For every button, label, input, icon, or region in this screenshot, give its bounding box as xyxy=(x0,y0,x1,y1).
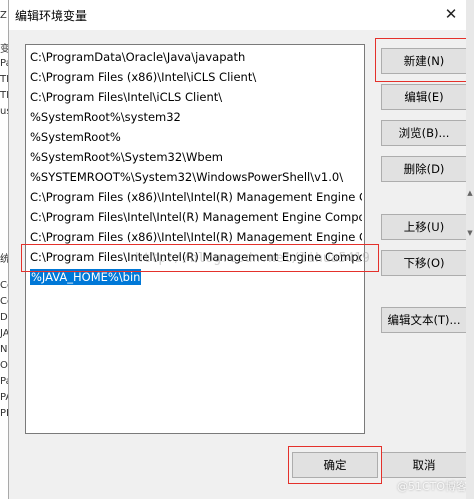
list-item-text: %SystemRoot%\system32 xyxy=(30,110,181,124)
list-item-text: %SYSTEMROOT%\System32\WindowsPowerShell\… xyxy=(30,170,344,184)
close-button[interactable]: ✕ xyxy=(439,3,463,25)
list-item[interactable]: %SystemRoot% xyxy=(30,127,362,147)
delete-button[interactable]: 删除(D) xyxy=(381,156,467,182)
list-item[interactable]: C:\Program Files\Intel\Intel(R) Manageme… xyxy=(30,247,362,267)
list-item-text: %SystemRoot% xyxy=(30,130,121,144)
list-item[interactable]: C:\ProgramData\Oracle\Java\javapath xyxy=(30,47,362,67)
list-item[interactable]: C:\Program Files\Intel\iCLS Client\ xyxy=(30,87,362,107)
list-item-text: %SystemRoot%\System32\Wbem xyxy=(30,150,224,164)
list-item[interactable]: C:\Program Files (x86)\Intel\iCLS Client… xyxy=(30,67,362,87)
path-list[interactable]: C:\ProgramData\Oracle\Java\javapath C:\P… xyxy=(25,44,365,434)
ok-button[interactable]: 确定 xyxy=(292,452,378,478)
list-item-text: C:\Program Files (x86)\Intel\iCLS Client… xyxy=(30,70,257,84)
list-item[interactable]: C:\Program Files (x86)\Intel\Intel(R) Ma… xyxy=(30,227,362,247)
list-item-text: C:\Program Files\Intel\iCLS Client\ xyxy=(30,90,223,104)
list-item[interactable]: C:\Program Files\Intel\Intel(R) Manageme… xyxy=(30,207,362,227)
title-bar[interactable]: 编辑环境变量 ✕ xyxy=(9,0,474,30)
cancel-button[interactable]: 取消 xyxy=(381,452,467,478)
list-item[interactable]: C:\Program Files (x86)\Intel\Intel(R) Ma… xyxy=(30,187,362,207)
page-scrollbar[interactable]: ▲ ▼ xyxy=(466,0,474,499)
list-item-text: %JAVA_HOME%\bin xyxy=(30,269,142,285)
list-item-text: C:\Program Files\Intel\Intel(R) Manageme… xyxy=(30,210,362,224)
list-item[interactable]: %SYSTEMROOT%\System32\WindowsPowerShell\… xyxy=(30,167,362,187)
list-item[interactable]: %SystemRoot%\system32 xyxy=(30,107,362,127)
new-button[interactable]: 新建(N) xyxy=(381,48,467,74)
move-down-button[interactable]: 下移(O) xyxy=(381,250,467,276)
list-item-text: C:\Program Files\Intel\Intel(R) Manageme… xyxy=(30,250,362,264)
edit-button[interactable]: 编辑(E) xyxy=(381,84,467,110)
list-item-text: C:\Program Files (x86)\Intel\Intel(R) Ma… xyxy=(30,230,362,244)
list-item-selected[interactable]: %JAVA_HOME%\bin xyxy=(30,267,362,287)
scroll-up-icon[interactable]: ▲ xyxy=(466,188,474,198)
close-icon: ✕ xyxy=(444,5,458,23)
scroll-down-icon[interactable]: ▼ xyxy=(466,228,474,238)
corner-watermark: @51CTO博客 xyxy=(397,480,468,493)
browse-button[interactable]: 浏览(B)... xyxy=(381,120,467,146)
list-item[interactable]: %SystemRoot%\System32\Wbem xyxy=(30,147,362,167)
edit-env-variable-dialog: 编辑环境变量 ✕ C:\ProgramData\Oracle\Java\java… xyxy=(8,0,474,499)
edit-text-button[interactable]: 编辑文本(T)... xyxy=(381,307,467,333)
dialog-title: 编辑环境变量 xyxy=(15,9,88,23)
list-item-text: C:\Program Files (x86)\Intel\Intel(R) Ma… xyxy=(30,190,362,204)
move-up-button[interactable]: 上移(U) xyxy=(381,214,467,240)
list-item-text: C:\ProgramData\Oracle\Java\javapath xyxy=(30,50,246,64)
